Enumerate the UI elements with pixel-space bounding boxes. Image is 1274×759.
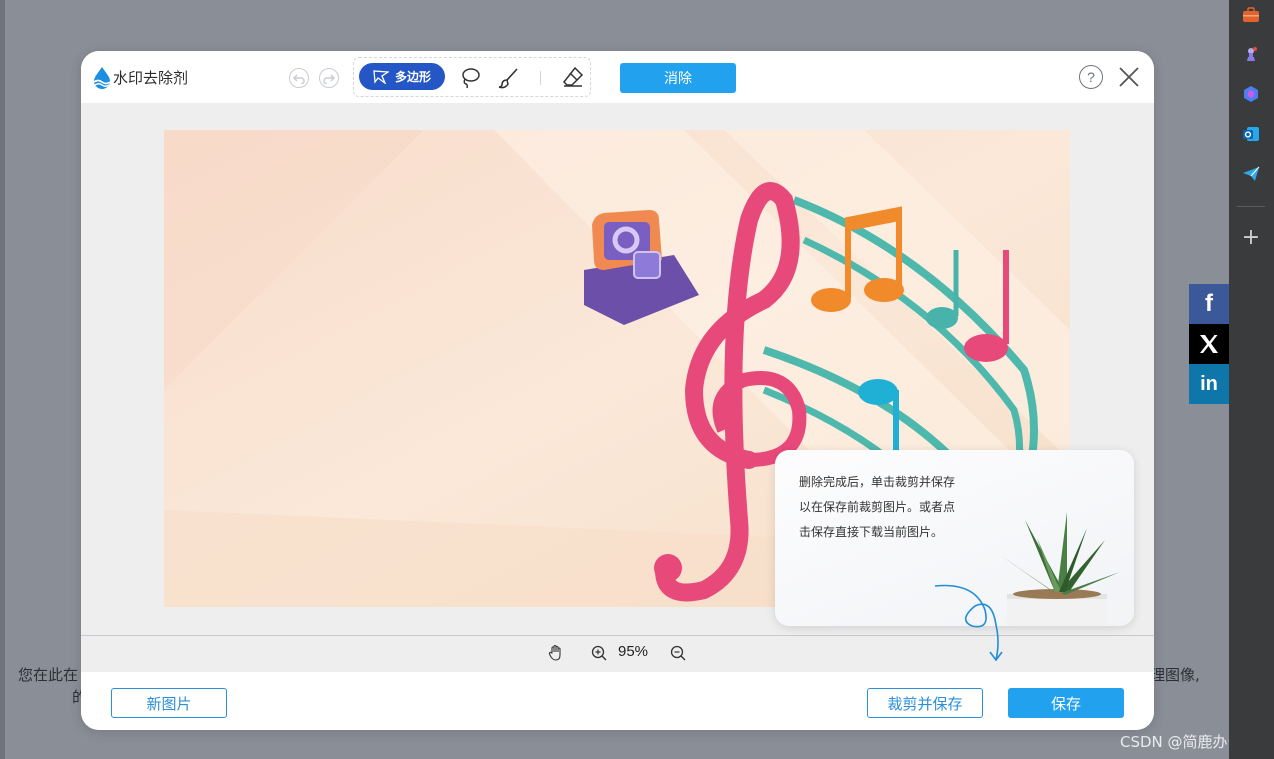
csdn-watermark: CSDN @简鹿办公 [1120,733,1243,751]
add-icon[interactable]: + [1240,227,1262,249]
tool-divider [540,71,541,85]
page-left-edge [0,0,5,759]
browser-sidebar: + [1229,0,1274,759]
polygon-tool-button[interactable]: 多边形 [359,63,445,90]
zoom-level: 95% [618,643,649,660]
tip-arrow-icon [934,584,1003,662]
tip-line: 击保存直接下载当前图片。 [799,525,944,539]
facebook-share-button[interactable]: f [1189,284,1229,324]
undo-icon [293,74,305,84]
water-drop-logo-icon [93,67,111,89]
selection-tool-group: 多边形 [353,57,591,97]
toolbox-icon[interactable] [1240,4,1262,26]
dialog-header: 水印去除剂 多边形 消除 ? [81,51,1154,103]
redo-button[interactable] [319,68,339,88]
tip-text: 删除完成后，单击裁剪并保存 以在保存前裁剪图片。或者点 击保存直接下载当前图片。 [799,470,999,545]
x-logo-icon [1200,335,1218,353]
facebook-icon: f [1205,290,1213,317]
zoom-out-icon[interactable] [669,644,687,662]
succulent-plant-image [1000,512,1120,626]
erase-button[interactable]: 消除 [620,63,736,93]
polygon-icon [373,69,389,84]
brush-icon[interactable] [497,66,521,90]
redo-icon [323,74,335,84]
hand-pan-icon[interactable] [547,644,565,662]
polygon-tool-label: 多边形 [395,70,432,84]
send-icon[interactable] [1240,163,1262,185]
background-text: 理图像, [1150,666,1200,684]
close-icon[interactable] [1117,65,1141,89]
sidebar-divider [1237,206,1265,207]
chess-icon[interactable] [1240,43,1262,65]
zoom-in-icon[interactable] [590,644,608,662]
tip-line: 以在保存前裁剪图片。或者点 [799,500,956,514]
new-image-button[interactable]: 新图片 [111,688,227,718]
save-button[interactable]: 保存 [1008,688,1124,718]
x-share-button[interactable] [1189,324,1229,364]
copilot-icon[interactable] [1240,83,1262,105]
tip-line: 删除完成后，单击裁剪并保存 [799,475,956,489]
dialog-footer: 新图片 裁剪并保存 保存 [81,672,1154,730]
background-text: 您在此在 [18,666,79,684]
eraser-icon[interactable] [561,65,585,89]
outlook-icon[interactable] [1240,123,1262,145]
lasso-icon[interactable] [458,66,482,90]
crop-and-save-button[interactable]: 裁剪并保存 [867,688,983,718]
app-title: 水印去除剂 [113,69,189,87]
linkedin-share-button[interactable]: in [1189,364,1229,404]
help-button[interactable]: ? [1079,65,1103,89]
linkedin-icon: in [1200,372,1218,395]
undo-button[interactable] [289,68,309,88]
